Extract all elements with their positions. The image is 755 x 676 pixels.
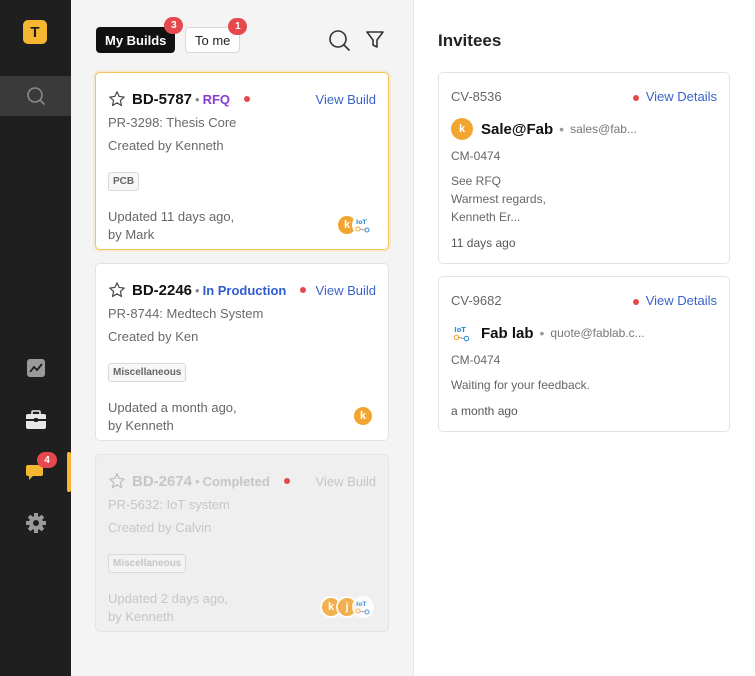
status-badge: Completed	[202, 473, 270, 489]
avatars: k j IoT	[320, 596, 374, 618]
tab-label: To me	[195, 32, 231, 48]
tab-label: My Builds	[105, 32, 167, 48]
invitee-card[interactable]: CV-9682 View Details IoT Fab lab • quote…	[438, 276, 730, 432]
messages-badge: 4	[37, 452, 57, 468]
created-by: Created by Calvin	[108, 520, 212, 535]
chart-icon	[26, 359, 45, 377]
project-name: PR-8744: Medtech System	[108, 306, 264, 321]
avatars: k IoT	[336, 214, 374, 236]
invitee-email: quote@fablab.c...	[550, 326, 645, 340]
project-name: PR-3298: Thesis Core	[108, 115, 237, 130]
created-by: Created by Kenneth	[108, 138, 224, 153]
invitee-name: Fab lab	[481, 324, 534, 342]
invitee-id: CV-8536	[451, 89, 502, 104]
iot-logo-icon[interactable]: IoT	[352, 596, 374, 618]
sidebar: T 4	[0, 0, 71, 676]
sidebar-search-button[interactable]	[0, 76, 71, 116]
invitees-panel: Invitees CV-8536 View Details k Sale@Fab…	[414, 0, 755, 676]
tab-my-builds[interactable]: My Builds 3	[96, 17, 184, 53]
invitee-header: k Sale@Fab • sales@fab...	[451, 118, 637, 140]
invitee-id: CV-9682	[451, 293, 502, 308]
unread-dot	[633, 95, 639, 101]
search-icon	[329, 30, 350, 51]
build-tag: Miscellaneous	[108, 554, 187, 573]
search-button[interactable]	[327, 28, 351, 52]
star-icon[interactable]	[108, 472, 126, 490]
svg-text:IoT: IoT	[356, 601, 367, 608]
invitee-code: CM-0474	[451, 149, 501, 163]
sidebar-item-settings[interactable]	[0, 506, 71, 540]
invitee-code: CM-0474	[451, 353, 501, 367]
filter-button[interactable]	[363, 28, 387, 52]
build-card[interactable]: BD-2674 • Completed View Build PR-5632: …	[95, 454, 389, 632]
gear-icon	[25, 513, 46, 533]
tab-badge: 3	[164, 17, 184, 34]
iot-logo-icon[interactable]: IoT	[352, 214, 374, 236]
build-card[interactable]: BD-5787 • RFQ View Build PR-3298: Thesis…	[95, 72, 389, 250]
project-name: PR-5632: IoT system	[108, 497, 230, 512]
invitee-email: sales@fab...	[570, 122, 637, 136]
avatars: k	[352, 405, 374, 427]
status-badge: In Production	[202, 282, 287, 298]
filter-icon	[366, 31, 384, 48]
sidebar-item-messages[interactable]: 4	[0, 452, 71, 489]
unread-dot	[283, 478, 290, 484]
invitee-message: Waiting for your feedback.	[451, 378, 590, 392]
status-badge: RFQ	[202, 91, 231, 107]
sidebar-item-analytics[interactable]	[0, 351, 71, 385]
unread-dot	[633, 299, 639, 305]
view-build-link[interactable]: View Build	[316, 283, 376, 298]
invitees-title: Invitees	[438, 31, 502, 50]
unread-dot	[244, 96, 251, 102]
star-icon[interactable]	[108, 90, 126, 108]
app-logo[interactable]: T	[23, 20, 47, 44]
created-by: Created by Ken	[108, 329, 199, 344]
view-details-link[interactable]: View Details	[646, 293, 717, 308]
view-build-link[interactable]: View Build	[316, 474, 376, 489]
build-card[interactable]: BD-2246 • In Production View Build PR-87…	[95, 263, 389, 441]
updated-info: Updated 2 days ago, by Kenneth	[108, 591, 228, 624]
svg-text:IoT: IoT	[454, 326, 466, 334]
avatar[interactable]: k	[451, 118, 473, 140]
invitee-card[interactable]: CV-8536 View Details k Sale@Fab • sales@…	[438, 72, 730, 264]
tab-to-me[interactable]: To me 1	[185, 18, 248, 53]
invitee-time: a month ago	[451, 404, 518, 418]
unread-dot	[300, 287, 307, 293]
search-icon	[26, 87, 45, 105]
build-id: BD-5787	[132, 90, 193, 108]
builds-panel: My Builds 3 To me 1 BD-5787 • RFQ View B…	[71, 0, 414, 676]
updated-info: Updated a month ago, by Kenneth	[108, 400, 237, 433]
tab-badge: 1	[228, 18, 248, 35]
avatar[interactable]: k	[352, 405, 374, 427]
invitee-header: IoT Fab lab • quote@fablab.c...	[451, 322, 645, 344]
build-tag: PCB	[108, 172, 140, 191]
invitee-name: Sale@Fab	[481, 120, 554, 138]
build-tag: Miscellaneous	[108, 363, 187, 382]
invitee-message: See RFQ Warmest regards, Kenneth Er...	[451, 174, 546, 224]
star-icon[interactable]	[108, 281, 126, 299]
view-details-link[interactable]: View Details	[646, 89, 717, 104]
build-id: BD-2674	[132, 472, 193, 490]
iot-logo-icon[interactable]: IoT	[451, 322, 473, 344]
updated-info: Updated 11 days ago, by Mark	[108, 209, 235, 242]
build-id: BD-2246	[132, 281, 193, 299]
svg-text:IoT: IoT	[356, 219, 367, 226]
view-build-link[interactable]: View Build	[316, 92, 376, 107]
briefcase-icon	[25, 410, 46, 429]
invitee-time: 11 days ago	[451, 236, 516, 250]
sidebar-item-builds[interactable]	[0, 403, 71, 437]
